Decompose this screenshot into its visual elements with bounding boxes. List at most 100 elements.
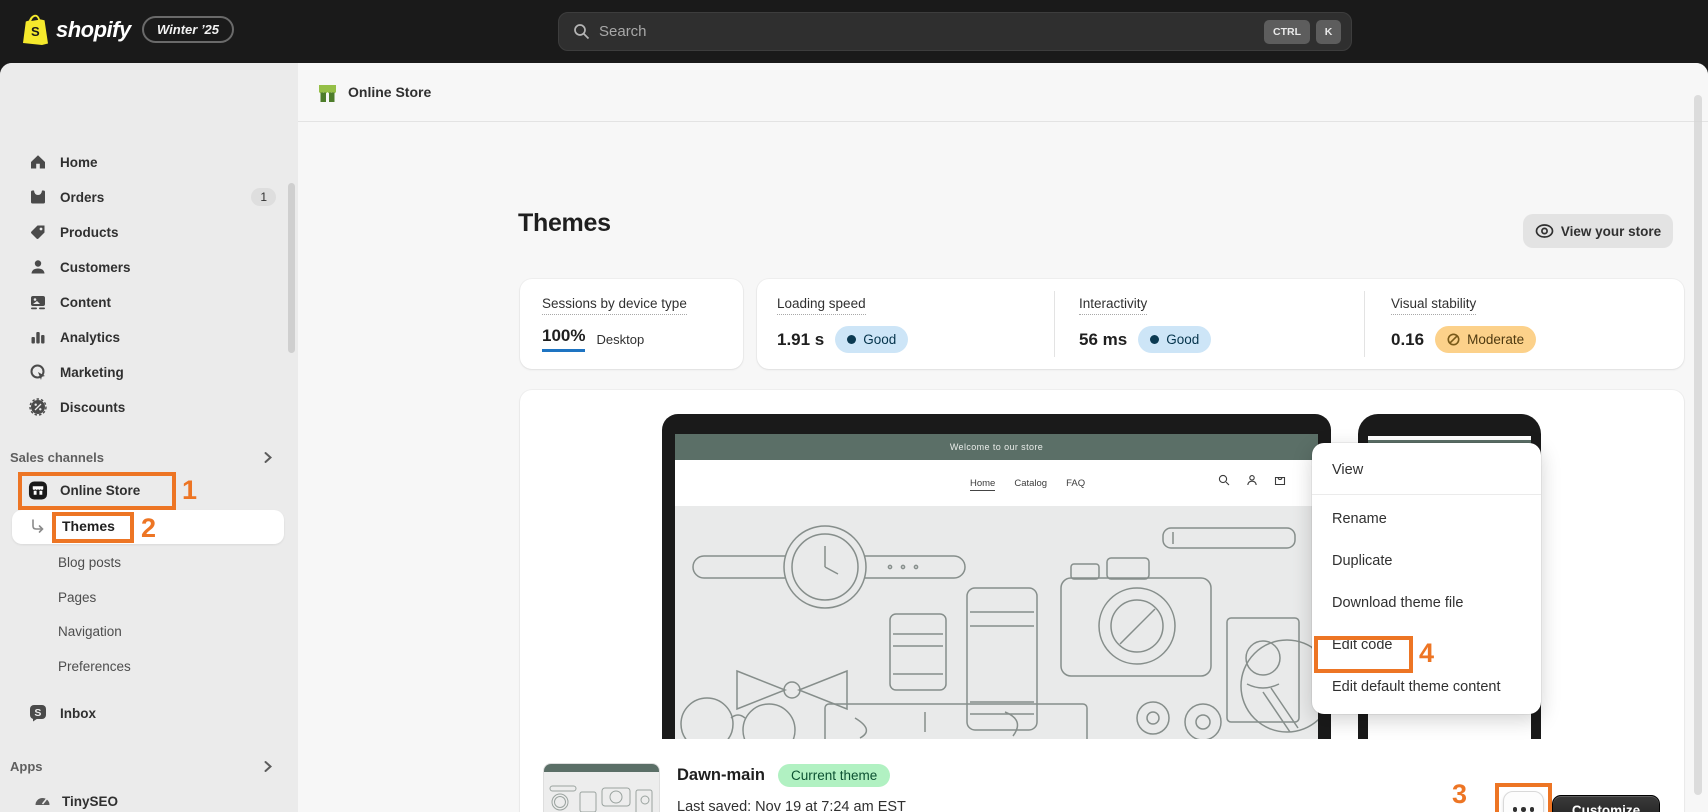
- annotation-number-1: 1: [182, 475, 198, 505]
- customize-button[interactable]: Customize: [1552, 795, 1660, 812]
- current-theme-badge: Current theme: [778, 764, 891, 787]
- desktop-screen: Welcome to our store Home Catalog FAQ: [675, 434, 1318, 739]
- status-dot-icon: [1150, 335, 1160, 344]
- svg-text:S: S: [34, 707, 41, 719]
- ctrl-key-hint: CTRL: [1264, 19, 1310, 44]
- account-icon: [1247, 475, 1257, 486]
- speedometer-icon: [32, 791, 52, 811]
- metric-value: 100%: [542, 326, 586, 352]
- breadcrumb: Online Store: [348, 84, 432, 100]
- version-badge: Winter ’25: [142, 16, 235, 43]
- home-icon: [28, 152, 48, 172]
- sidebar-item-blog-posts[interactable]: Blog posts: [58, 549, 121, 575]
- sidebar-item-discounts[interactable]: Discounts: [8, 391, 290, 423]
- sidebar-item-marketing[interactable]: Marketing: [8, 356, 290, 388]
- analytics-icon: [28, 327, 48, 347]
- menu-item-view[interactable]: View: [1312, 449, 1541, 491]
- theme-actions-menu: View Rename Duplicate Download theme fil…: [1312, 443, 1541, 714]
- orders-icon: [28, 187, 48, 207]
- svg-text:S: S: [31, 24, 40, 39]
- chevron-right-icon[interactable]: [261, 760, 274, 773]
- menu-item-download-theme-file[interactable]: Download theme file: [1312, 582, 1541, 624]
- theme-name: Dawn-main: [677, 766, 766, 784]
- page-title: Themes: [518, 209, 611, 237]
- divider: [1364, 291, 1365, 357]
- annotation-box-4: [1314, 636, 1413, 673]
- menu-item-duplicate[interactable]: Duplicate: [1312, 540, 1541, 582]
- theme-actions-button[interactable]: [1503, 791, 1544, 812]
- brand-name: shopify: [56, 16, 131, 42]
- metric-detail: Desktop: [596, 331, 645, 347]
- k-key-hint: K: [1316, 19, 1341, 44]
- sidebar-item-customers[interactable]: Customers: [8, 251, 290, 283]
- announcement-bar: Welcome to our store: [675, 434, 1318, 460]
- search-icon: [573, 23, 590, 40]
- search-input[interactable]: Search CTRL K: [558, 12, 1352, 51]
- content-icon: [28, 292, 48, 312]
- metric-sessions-card: Sessions by device type 100% Desktop: [520, 279, 743, 369]
- desktop-preview[interactable]: Welcome to our store Home Catalog FAQ: [662, 414, 1331, 739]
- sidebar: Home Orders 1 Products Customers Content: [0, 63, 298, 812]
- sidebar-item-tinyseo[interactable]: TinySEO: [8, 785, 290, 812]
- status-badge-moderate: Moderate: [1435, 326, 1537, 353]
- eye-icon: [1535, 224, 1554, 238]
- sidebar-item-preferences[interactable]: Preferences: [58, 653, 131, 679]
- dot-icon: [1512, 807, 1518, 812]
- cart-icon: [1274, 476, 1286, 486]
- page-header: Online Store: [298, 63, 1708, 122]
- preview-nav: Home Catalog FAQ: [970, 478, 1086, 491]
- divider: [1054, 291, 1055, 357]
- theme-hero-illustration: [675, 506, 1318, 739]
- search-icon: [1218, 474, 1230, 486]
- shopify-logo[interactable]: S shopify: [22, 14, 131, 45]
- status-dot-icon: [847, 335, 857, 344]
- annotation-number-3: 3: [1452, 779, 1468, 809]
- annotation-number-4: 4: [1419, 638, 1435, 668]
- sidebar-section-sales-channels: Sales channels: [10, 446, 288, 468]
- search-placeholder: Search: [599, 23, 647, 40]
- sidebar-item-inbox[interactable]: S Inbox: [8, 697, 290, 729]
- dot-icon: [1529, 807, 1535, 812]
- shopify-bag-icon: S: [22, 14, 49, 45]
- annotation-box-2: [52, 512, 134, 543]
- inbox-icon: S: [28, 703, 48, 723]
- sidebar-item-home[interactable]: Home: [8, 146, 290, 178]
- online-store-green-icon: [316, 82, 339, 105]
- metric-visual-stability: Visual stability 0.16 Moderate: [1391, 295, 1537, 353]
- orders-count-badge: 1: [251, 188, 276, 206]
- metric-loading-speed: Loading speed 1.91 s Good: [777, 295, 909, 353]
- nested-arrow-icon: [30, 518, 47, 535]
- view-your-store-button[interactable]: View your store: [1523, 214, 1673, 248]
- preview-header-icons: [1218, 474, 1286, 486]
- products-tag-icon: [28, 222, 48, 242]
- sidebar-item-analytics[interactable]: Analytics: [8, 321, 290, 353]
- chevron-right-icon[interactable]: [261, 451, 274, 464]
- marketing-icon: [28, 362, 48, 382]
- theme-last-saved: Last saved: Nov 19 at 7:24 am EST: [677, 799, 906, 812]
- sidebar-item-content[interactable]: Content: [8, 286, 290, 318]
- topbar: S shopify Winter ’25 Search CTRL K: [0, 0, 1708, 63]
- customers-icon: [28, 257, 48, 277]
- theme-thumbnail: [543, 763, 660, 812]
- slash-circle-icon: [1447, 333, 1460, 346]
- sidebar-item-navigation[interactable]: Navigation: [58, 618, 122, 644]
- annotation-number-2: 2: [141, 513, 157, 543]
- menu-item-rename[interactable]: Rename: [1312, 498, 1541, 540]
- shopify-admin-window: S shopify Winter ’25 Search CTRL K Home: [0, 0, 1708, 812]
- dot-icon: [1521, 807, 1526, 812]
- sidebar-item-products[interactable]: Products: [8, 216, 290, 248]
- annotation-box-1: [18, 472, 176, 510]
- menu-divider: [1312, 494, 1541, 495]
- status-badge-good: Good: [835, 326, 909, 353]
- sidebar-scrollbar[interactable]: [288, 183, 295, 353]
- sidebar-item-pages[interactable]: Pages: [58, 584, 96, 610]
- metric-title: Sessions by device type: [542, 296, 687, 315]
- metric-interactivity: Interactivity 56 ms Good: [1079, 295, 1212, 353]
- metric-performance-card: Loading speed 1.91 s Good Interactivity …: [757, 279, 1684, 369]
- discounts-icon: [28, 397, 48, 417]
- thumbnail-announcement-bar: [544, 764, 659, 772]
- sidebar-item-orders[interactable]: Orders 1: [8, 181, 290, 213]
- page-scrollbar[interactable]: [1694, 95, 1702, 795]
- sidebar-section-apps: Apps: [10, 755, 288, 777]
- status-badge-good: Good: [1138, 326, 1212, 353]
